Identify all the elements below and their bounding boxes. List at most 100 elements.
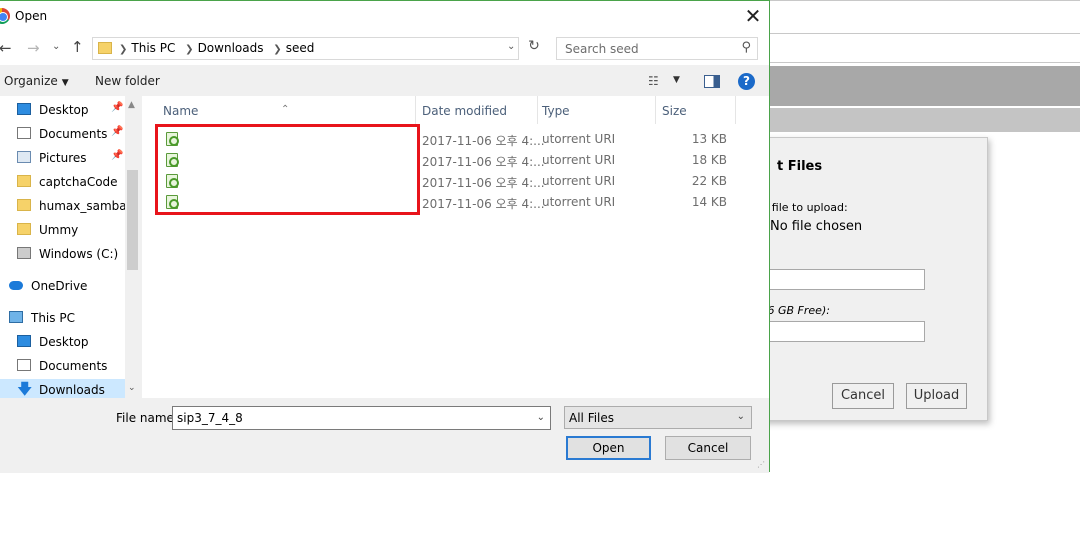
column-header-type[interactable]: Type	[538, 96, 656, 124]
desktop-icon	[17, 103, 31, 115]
recent-locations-chevron-icon[interactable]: ⌄	[52, 41, 60, 52]
nav-item-windows-c[interactable]: Windows (C:)	[0, 243, 127, 265]
nav-item-desktop-pc[interactable]: Desktop	[0, 331, 127, 353]
new-folder-button[interactable]: New folder	[95, 74, 160, 88]
command-toolbar: Organize ▼ New folder ☷ ▼ ?	[0, 65, 769, 96]
pin-icon: 📌	[111, 150, 124, 161]
file-size: 14 KB	[691, 195, 727, 209]
nav-item-downloads[interactable]: 🡇 Downloads	[0, 379, 127, 398]
file-name-input[interactable]: sip3_7_4_8 ⌄	[172, 406, 551, 430]
open-file-dialog: Open ✕ ← → ⌄ ↑ ❯ This PC ❯ Downloads ❯ seed…	[0, 0, 770, 473]
nav-item-label: Pictures	[39, 151, 87, 165]
organize-menu-button[interactable]: Organize ▼	[4, 74, 69, 88]
column-header-name[interactable]: Name ⌃	[142, 96, 416, 124]
preview-pane-icon[interactable]	[704, 75, 720, 88]
cloud-icon	[9, 281, 23, 290]
up-arrow-icon[interactable]: ↑	[71, 38, 84, 56]
chevron-right-icon[interactable]: ❯	[185, 44, 193, 55]
upload-path-field[interactable]	[761, 269, 925, 290]
refresh-icon[interactable]: ↻	[523, 38, 545, 60]
folder-icon	[17, 223, 31, 235]
open-button[interactable]: Open	[566, 436, 651, 460]
nav-item-label: Downloads	[39, 383, 105, 397]
organize-label: Organize	[4, 74, 58, 88]
file-date: 2017-11-06 오후 4:...	[422, 197, 545, 211]
file-size: 13 KB	[691, 132, 727, 146]
scrollbar-thumb[interactable]	[127, 170, 138, 270]
scroll-down-icon[interactable]: ⌄	[128, 383, 136, 393]
page-address-bar[interactable]	[770, 33, 1080, 63]
nav-item-label: Desktop	[39, 103, 89, 117]
file-type: utorrent URI	[542, 153, 616, 167]
upload-button[interactable]: Upload	[906, 383, 967, 409]
chevron-down-icon[interactable]: ⌄	[507, 41, 515, 52]
close-icon[interactable]: ✕	[743, 5, 763, 27]
file-type-filter-select[interactable]: All Files ⌄	[564, 406, 752, 429]
dialog-titlebar[interactable]: Open ✕	[0, 1, 769, 32]
upload-cancel-button[interactable]: Cancel	[832, 383, 894, 409]
drive-icon	[17, 247, 31, 259]
file-type-filter-value: All Files	[569, 411, 615, 425]
dialog-footer: File name: sip3_7_4_8 ⌄ All Files ⌄ Open…	[0, 398, 769, 473]
cancel-button[interactable]: Cancel	[665, 436, 751, 460]
nav-item-ummy[interactable]: Ummy	[0, 219, 127, 241]
navigation-scrollbar[interactable]: ▲ ⌄	[125, 96, 141, 398]
search-placeholder: Search seed	[565, 42, 639, 56]
nav-item-pictures[interactable]: Pictures 📌	[0, 147, 127, 169]
help-icon[interactable]: ?	[738, 73, 755, 90]
nav-item-documents-pc[interactable]: Documents	[0, 355, 127, 377]
upload-destination-field[interactable]	[761, 321, 925, 342]
nav-item-label: Documents	[39, 127, 108, 141]
page-header-band	[770, 66, 1080, 106]
file-type: utorrent URI	[542, 132, 616, 146]
pin-icon: 📌	[111, 126, 124, 137]
search-input[interactable]: Search seed ⚲	[556, 37, 758, 60]
view-options-icon[interactable]: ☷	[648, 74, 659, 88]
nav-item-onedrive[interactable]: OneDrive	[0, 275, 127, 297]
column-header-date[interactable]: Date modified	[416, 96, 538, 124]
column-header-size[interactable]: Size	[656, 96, 736, 124]
nav-item-label: OneDrive	[31, 279, 88, 293]
nav-item-humax-samba[interactable]: humax_samba	[0, 195, 127, 217]
sort-ascending-icon: ⌃	[281, 104, 290, 115]
resize-grip-icon[interactable]: ⋰	[757, 460, 767, 470]
file-type: utorrent URI	[542, 195, 616, 209]
breadcrumb-this-pc[interactable]: This PC	[131, 41, 175, 55]
chevron-right-icon[interactable]: ❯	[273, 44, 281, 55]
nav-item-this-pc[interactable]: This PC	[0, 307, 127, 329]
chevron-right-icon: ❯	[119, 44, 128, 55]
scroll-up-icon[interactable]: ▲	[128, 100, 135, 110]
file-name-label: File name:	[116, 411, 178, 425]
file-date: 2017-11-06 오후 4:...	[422, 176, 545, 190]
dropdown-triangle-icon[interactable]: ▼	[673, 75, 680, 85]
search-icon[interactable]: ⚲	[741, 40, 751, 55]
address-bar[interactable]: ❯ This PC ❯ Downloads ❯ seed ⌄	[92, 37, 519, 60]
chevron-down-icon: ⌄	[736, 411, 745, 422]
documents-icon	[17, 359, 31, 371]
file-date: 2017-11-06 오후 4:...	[422, 134, 545, 148]
nav-item-label: Ummy	[39, 223, 79, 237]
chrome-icon	[0, 8, 10, 24]
chevron-down-icon[interactable]: ⌄	[537, 412, 545, 423]
nav-item-label: captchaCode	[39, 175, 118, 189]
navigation-pane[interactable]: Desktop 📌 Documents 📌 Pictures 📌 captcha…	[0, 96, 141, 398]
breadcrumb-seed[interactable]: seed	[286, 41, 315, 55]
breadcrumb-downloads[interactable]: Downloads	[198, 41, 264, 55]
file-size: 18 KB	[691, 153, 727, 167]
column-date-label: Date modified	[422, 104, 508, 118]
back-arrow-icon[interactable]: ←	[0, 39, 12, 57]
forward-arrow-icon[interactable]: →	[27, 39, 40, 57]
nav-item-label: Windows (C:)	[39, 247, 119, 261]
file-type: utorrent URI	[542, 174, 616, 188]
nav-item-documents[interactable]: Documents 📌	[0, 123, 127, 145]
nav-item-label: This PC	[31, 311, 75, 325]
no-file-chosen-text: No file chosen	[770, 219, 863, 234]
file-size: 22 KB	[691, 174, 727, 188]
nav-item-desktop[interactable]: Desktop 📌	[0, 99, 127, 121]
pictures-icon	[17, 151, 31, 163]
nav-item-captchacode[interactable]: captchaCode	[0, 171, 127, 193]
dialog-title: Open	[15, 9, 48, 23]
download-arrow-icon: 🡇	[17, 380, 33, 398]
page-top-border	[770, 0, 1080, 1]
nav-item-label: Documents	[39, 359, 108, 373]
